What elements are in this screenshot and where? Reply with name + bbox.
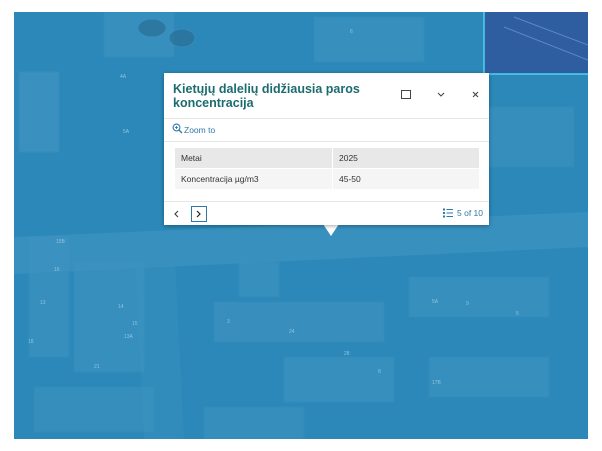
table-row: Koncentracija µg/m3 45-50 — [175, 168, 479, 190]
chevron-left-icon — [174, 210, 179, 218]
house-number: 6 — [350, 29, 353, 35]
dock-icon — [401, 89, 411, 99]
house-number: 17B — [432, 380, 441, 386]
house-number: 8 — [378, 369, 381, 375]
house-number: 21 — [94, 364, 100, 370]
zoom-to-label: Zoom to — [184, 125, 216, 135]
house-number: 9 — [466, 301, 469, 307]
chevron-right-icon — [196, 210, 201, 218]
house-number: 4A — [120, 74, 127, 80]
dock-button[interactable] — [397, 85, 415, 103]
attribute-value: 45-50 — [332, 168, 479, 190]
popup-title: Kietųjų dalelių didžiausia paros koncent… — [173, 82, 360, 110]
pager-label: 5 of 10 — [457, 208, 483, 218]
house-number: 15 — [132, 321, 138, 327]
house-number: 15B — [56, 239, 65, 245]
house-number: 28 — [344, 351, 350, 357]
house-number: 18 — [28, 339, 34, 345]
house-number: 24 — [289, 329, 295, 335]
next-feature-button[interactable] — [191, 206, 207, 222]
collapse-button[interactable] — [432, 85, 450, 103]
zoom-to-action[interactable]: Zoom to — [164, 118, 489, 142]
feature-popup: Kietųjų dalelių didžiausia paros koncent… — [164, 73, 489, 225]
previous-feature-button[interactable] — [168, 206, 184, 222]
attribute-value: 2025 — [332, 148, 479, 169]
close-button[interactable] — [466, 85, 484, 103]
popup-footer: 5 of 10 — [164, 201, 489, 226]
house-number: 5 — [516, 311, 519, 317]
attribute-key: Metai — [175, 148, 333, 169]
house-number: 14 — [118, 304, 124, 310]
chevron-down-icon — [437, 92, 445, 97]
feature-list-icon — [443, 208, 453, 218]
attribute-key: Koncentracija µg/m3 — [175, 168, 333, 190]
table-row: Metai 2025 — [175, 148, 479, 169]
house-number: 13A — [124, 334, 133, 340]
feature-pager[interactable]: 5 of 10 — [443, 208, 483, 218]
zoom-in-icon — [172, 123, 183, 134]
house-number: 16 — [54, 267, 60, 273]
house-number: 5A — [123, 129, 130, 135]
house-number: 5A — [432, 299, 439, 305]
house-number: 13 — [40, 300, 46, 306]
house-number: 3 — [227, 319, 230, 325]
close-icon — [472, 91, 478, 97]
attribute-table: Metai 2025 Koncentracija µg/m3 45-50 — [175, 148, 479, 190]
